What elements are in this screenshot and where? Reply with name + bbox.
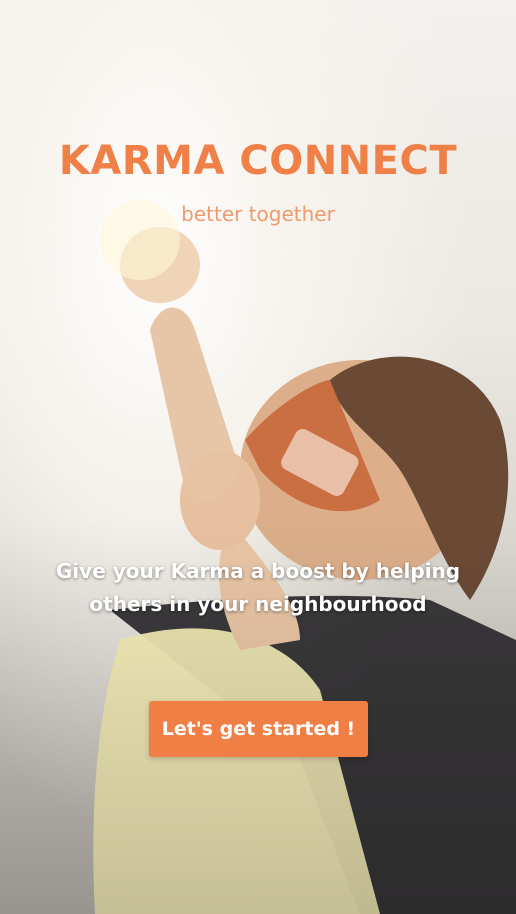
welcome-message-line-1: Give your Karma a boost by helping [55,559,461,583]
get-started-button[interactable]: Let's get started ! [149,701,368,757]
app-title: KARMA CONNECT [58,138,458,184]
app-tagline: better together [181,202,335,226]
welcome-message: Give your Karma a boost by helping other… [40,555,476,621]
welcome-message-line-2: others in your neighbourhood [89,592,427,616]
title-block: KARMA CONNECT better together [0,138,516,226]
welcome-screen: KARMA CONNECT better together Give your … [0,0,516,914]
